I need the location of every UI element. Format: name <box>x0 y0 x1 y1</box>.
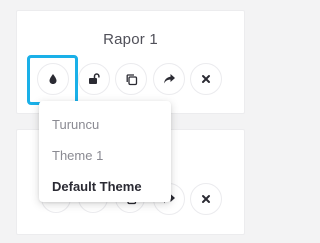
report-card: Rapor 1 <box>16 10 245 114</box>
theme-dropdown-menu: Turuncu Theme 1 Default Theme <box>39 101 171 202</box>
close-icon <box>202 75 210 83</box>
theme-option-theme-1[interactable]: Theme 1 <box>39 140 171 171</box>
theme-button[interactable] <box>37 63 69 95</box>
share-button[interactable] <box>153 63 185 95</box>
theme-option-default-theme[interactable]: Default Theme <box>39 171 171 202</box>
drop-icon <box>49 74 57 84</box>
close-icon <box>202 195 210 203</box>
delete-button[interactable] <box>190 63 222 95</box>
report-title: Rapor 1 <box>103 31 158 48</box>
share-icon <box>163 74 175 84</box>
delete-button[interactable] <box>190 183 222 215</box>
unlock-button[interactable] <box>78 63 110 95</box>
theme-option-turuncu[interactable]: Turuncu <box>39 109 171 140</box>
copy-button[interactable] <box>115 63 147 95</box>
copy-icon <box>126 73 137 85</box>
unlock-icon <box>88 73 100 84</box>
